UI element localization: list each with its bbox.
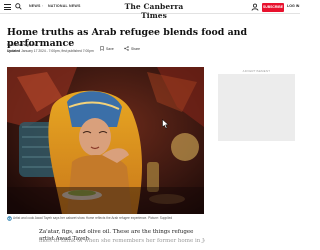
photo-caption: Artist and cook Awad Tayeh says her caba…: [13, 216, 173, 220]
share-icon: [124, 46, 129, 51]
login-button[interactable]: LOG IN: [287, 4, 299, 8]
nav-link-news[interactable]: NEWS: [29, 4, 41, 8]
save-button[interactable]: Save: [100, 46, 114, 51]
hero-photo-image: [7, 67, 204, 214]
masthead-logo[interactable]: The Canberra Times: [122, 2, 186, 20]
article-timestamp: Updated January 17 2024 - 7:00pm, first …: [7, 49, 94, 53]
article-lead-faded: likes to think of when she remembers her…: [39, 238, 205, 244]
nav-link-national-news[interactable]: NATIONAL NEWS: [48, 4, 81, 8]
save-label: Save: [106, 46, 114, 51]
bookmark-icon: [100, 46, 104, 51]
updated-date: January 17 2024 - 7:00pm, first publishe…: [21, 48, 94, 53]
account-icon[interactable]: [251, 3, 259, 11]
camera-icon: [7, 216, 12, 221]
breadcrumb-chevron-icon: ›: [42, 4, 44, 8]
search-icon[interactable]: [15, 3, 22, 10]
advertisement-label: ADVERTISEMENT: [242, 69, 271, 73]
article-byline[interactable]: By Debra Ferguson: [7, 43, 36, 47]
advertisement-slot[interactable]: [218, 74, 295, 141]
top-navigation-bar: NEWS › NATIONAL NEWS The Canberra Times …: [0, 0, 300, 20]
share-button[interactable]: Share: [124, 46, 140, 51]
mouse-pointer-icon: [162, 119, 169, 129]
subscribe-button[interactable]: SUBSCRIBE: [262, 2, 284, 12]
article-headline: Home truths as Arab refugee blends food …: [7, 27, 248, 49]
hamburger-menu-icon[interactable]: [4, 4, 11, 10]
updated-label: Updated: [7, 48, 21, 53]
article-hero-photo[interactable]: [7, 67, 204, 214]
share-label: Share: [131, 46, 141, 51]
